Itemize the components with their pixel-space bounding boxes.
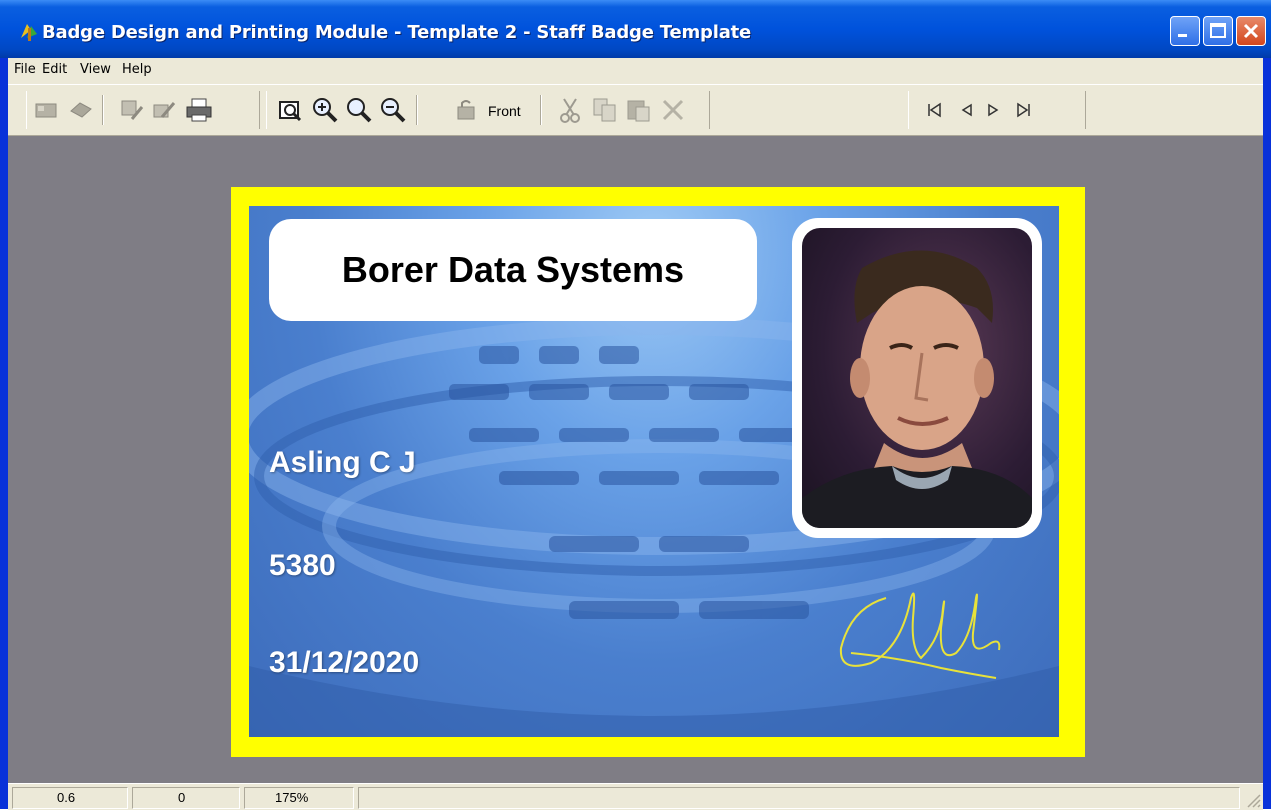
- toolbar-separator: [102, 95, 104, 125]
- zoom-page-icon: [279, 101, 302, 122]
- print-button[interactable]: [184, 95, 214, 125]
- minimize-button[interactable]: [1170, 16, 1200, 46]
- last-record-icon: [1017, 102, 1030, 118]
- close-icon: [1243, 23, 1259, 39]
- toolbar: Front: [8, 84, 1263, 136]
- card-write-icon: [153, 102, 176, 118]
- next-record-icon: [988, 103, 999, 117]
- first-record-icon: [928, 102, 941, 118]
- toolbar-separator: [540, 95, 542, 125]
- zoom-button[interactable]: [344, 95, 374, 125]
- close-button[interactable]: [1236, 16, 1266, 46]
- paste-button[interactable]: [624, 95, 654, 125]
- badge-border: Borer Data Systems Asling C J 5380 31/12…: [231, 187, 1085, 757]
- zoom-in-icon: [313, 98, 338, 123]
- app-window: Badge Design and Printing Module - Templ…: [0, 0, 1271, 810]
- zoom-out-button[interactable]: [378, 95, 408, 125]
- company-name: Borer Data Systems: [341, 249, 685, 290]
- toolbar-separator: [416, 95, 418, 125]
- first-record-button[interactable]: [920, 95, 950, 125]
- photo-frame[interactable]: [792, 218, 1042, 538]
- front-side-label[interactable]: Front: [488, 103, 521, 119]
- app-icon: [21, 24, 37, 41]
- zoom-page-button[interactable]: [276, 95, 306, 125]
- eraser-button[interactable]: [66, 95, 96, 125]
- staff-name[interactable]: Asling C J: [269, 446, 416, 480]
- zoom-out-icon: [381, 98, 406, 123]
- status-zoom-value: 175%: [275, 790, 309, 805]
- badge-card[interactable]: Borer Data Systems Asling C J 5380 31/12…: [249, 206, 1059, 737]
- cut-icon: [560, 98, 580, 123]
- menu-help[interactable]: Help: [122, 62, 152, 77]
- status-y-panel: 0: [132, 787, 240, 809]
- status-message-panel: [358, 787, 1240, 809]
- copy-button[interactable]: [590, 95, 620, 125]
- delete-button[interactable]: [658, 95, 688, 125]
- menu-file[interactable]: File: [14, 62, 36, 77]
- staff-number[interactable]: 5380: [269, 549, 336, 583]
- minimize-icon: [1178, 34, 1187, 37]
- last-record-button[interactable]: [1008, 95, 1038, 125]
- menu-bar: File Edit View Help: [8, 58, 1263, 84]
- flip-card-icon: [457, 100, 475, 120]
- zoom-icon: [347, 98, 372, 123]
- menu-view[interactable]: View: [80, 62, 111, 77]
- expiry-date[interactable]: 31/12/2020: [269, 646, 419, 680]
- eraser-icon: [70, 102, 92, 118]
- flip-card-button[interactable]: [452, 95, 482, 125]
- portrait-image: [802, 250, 1032, 528]
- status-y-value: 0: [178, 790, 186, 805]
- paste-icon: [627, 100, 650, 122]
- maximize-button[interactable]: [1203, 16, 1233, 46]
- zoom-in-button[interactable]: [310, 95, 340, 125]
- status-x-value: 0.6: [57, 790, 76, 805]
- card-edit-icon: [121, 100, 144, 120]
- card-button[interactable]: [32, 95, 62, 125]
- staff-photo: [802, 228, 1032, 528]
- menu-edit[interactable]: Edit: [42, 62, 67, 77]
- cut-button[interactable]: [556, 95, 586, 125]
- window-title: Badge Design and Printing Module - Templ…: [42, 22, 752, 43]
- status-zoom-panel: 175%: [244, 787, 354, 809]
- title-bar[interactable]: Badge Design and Printing Module - Templ…: [0, 0, 1271, 58]
- card-write-button[interactable]: [150, 95, 180, 125]
- delete-icon: [662, 99, 684, 121]
- status-x-panel: 0.6: [12, 787, 128, 809]
- maximize-icon: [1210, 23, 1226, 38]
- design-canvas[interactable]: Borer Data Systems Asling C J 5380 31/12…: [8, 136, 1263, 783]
- resize-grip-icon[interactable]: [1245, 792, 1261, 808]
- next-record-button[interactable]: [978, 95, 1008, 125]
- status-bar: 0.6 0 175%: [8, 783, 1263, 810]
- company-name-box[interactable]: Borer Data Systems: [269, 219, 757, 321]
- copy-icon: [593, 98, 616, 122]
- card-edit-button[interactable]: [118, 95, 148, 125]
- card-icon: [35, 103, 57, 118]
- printer-icon: [186, 98, 212, 122]
- signature-image[interactable]: [831, 578, 1011, 688]
